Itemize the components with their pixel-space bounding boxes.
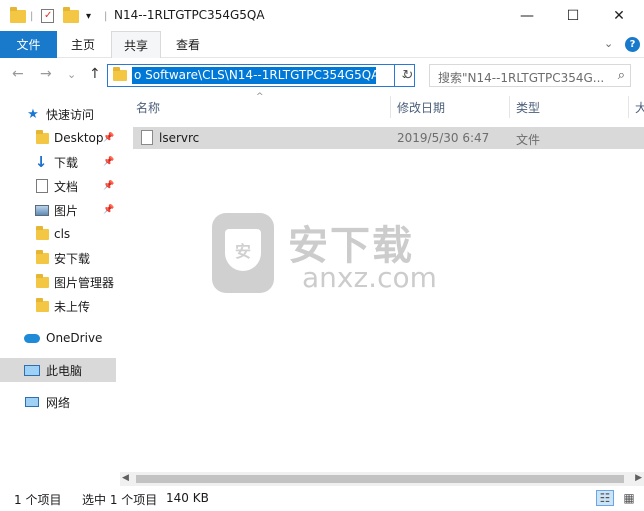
file-icon (141, 130, 153, 145)
file-modified: 2019/5/30 6:47 (397, 131, 490, 145)
sidebar-item-label: 未上传 (54, 299, 91, 314)
address-bar[interactable]: o Software\CLS\N14--1RLTGTPC354G5QA (107, 64, 395, 87)
sidebar-item-documents[interactable]: 文档 📌 (0, 174, 116, 198)
sidebar-item-label: 文档 (54, 179, 79, 194)
sidebar-item-network[interactable]: 网络 (0, 390, 116, 414)
tab-file[interactable]: 文件 (0, 31, 57, 58)
onedrive-icon (24, 330, 40, 346)
sidebar-item-cls[interactable]: cls (0, 222, 116, 246)
tab-home[interactable]: 主页 (60, 31, 106, 58)
sidebar-item-anxz[interactable]: 安下载 (0, 246, 116, 270)
help-icon[interactable]: ? (625, 37, 640, 52)
search-icon: ⌕ (617, 68, 625, 83)
table-row[interactable]: lservrc 2019/5/30 6:47 文件 (133, 127, 644, 149)
title-bar: | ✓ ▾ | N14--1RLTGTPC354G5QA — ☐ ✕ (0, 0, 644, 31)
details-view-button[interactable]: ☷ (596, 490, 614, 506)
minimize-button[interactable]: — (504, 0, 550, 31)
tab-share[interactable]: 共享 (111, 31, 161, 58)
scroll-left-icon[interactable]: ◀ (122, 473, 129, 483)
sidebar-item-quick-access[interactable]: ★ 快速访问 (0, 102, 116, 126)
column-divider[interactable] (628, 96, 629, 118)
download-icon: ↓ (34, 153, 48, 171)
computer-icon (24, 362, 40, 378)
watermark-logo: 安 安下载 anxz.com (212, 213, 437, 295)
sidebar-item-label: 此电脑 (46, 363, 83, 378)
sidebar-item-label: 快速访问 (46, 107, 95, 122)
sidebar-item-label: 网络 (46, 395, 71, 410)
qa-customize-icon[interactable]: ▾ (86, 6, 91, 26)
refresh-button[interactable]: ↻ (398, 64, 418, 87)
document-icon (34, 178, 50, 194)
folder-icon (34, 225, 50, 242)
close-button[interactable]: ✕ (596, 0, 642, 31)
column-header-type[interactable]: 类型 (516, 94, 540, 120)
tab-view[interactable]: 查看 (165, 31, 211, 58)
sidebar-item-label: Desktop (54, 131, 104, 145)
folder-icon (34, 249, 50, 266)
watermark-text-en: anxz.com (302, 261, 437, 294)
new-folder-icon[interactable] (63, 6, 79, 26)
sidebar-item-pictures[interactable]: 图片 📌 (0, 198, 116, 222)
pin-icon: 📌 (103, 157, 115, 167)
sidebar-item-downloads[interactable]: ↓ 下载 📌 (0, 150, 116, 174)
scroll-thumb[interactable] (136, 475, 624, 483)
pin-icon: 📌 (103, 181, 115, 191)
item-count: 1 个项目 (14, 493, 62, 507)
sidebar-item-label: cls (54, 227, 71, 241)
column-header-size[interactable]: 大 (635, 94, 644, 120)
scroll-right-icon[interactable]: ▶ (635, 473, 642, 483)
star-icon: ★ (27, 106, 39, 122)
picture-icon (34, 202, 50, 218)
address-folder-icon (113, 67, 127, 81)
folder-icon (34, 297, 50, 314)
sidebar-item-picture-manager[interactable]: 图片管理器 (0, 270, 116, 294)
folder-icon (34, 273, 50, 290)
network-icon (24, 394, 40, 410)
search-input[interactable]: 搜索"N14--1RLTGTPC354G... (438, 69, 608, 86)
file-name: lservrc (159, 131, 200, 145)
column-divider[interactable] (390, 96, 391, 118)
pin-icon: 📌 (103, 133, 115, 143)
sidebar-item-desktop[interactable]: Desktop 📌 (0, 126, 116, 150)
back-button[interactable]: ← (12, 66, 24, 82)
pin-icon: 📌 (103, 205, 115, 215)
sidebar-item-label: 下载 (54, 155, 79, 170)
status-bar: 1 个项目 选中 1 个项目 140 KB ☷ ▦ (0, 486, 644, 511)
folder-icon (34, 129, 50, 146)
file-type: 文件 (516, 133, 541, 147)
sidebar-item-label: 安下载 (54, 251, 91, 266)
ribbon-expand-icon[interactable]: ⌄ (604, 37, 613, 50)
shield-text: 安 (225, 229, 261, 271)
navigation-pane: ★ 快速访问 Desktop 📌 ↓ 下载 📌 文档 📌 图片 📌 cls 安下… (0, 94, 116, 472)
qa-separator: | (30, 10, 34, 22)
sidebar-item-not-uploaded[interactable]: 未上传 (0, 294, 116, 318)
sidebar-item-label: 图片管理器 (54, 275, 115, 290)
search-box[interactable]: 搜索"N14--1RLTGTPC354G... ⌕ (429, 64, 631, 87)
recent-locations-icon[interactable]: ⌄ (67, 68, 76, 81)
properties-icon[interactable]: ✓ (41, 6, 54, 26)
address-input[interactable]: o Software\CLS\N14--1RLTGTPC354G5QA (132, 67, 376, 84)
forward-button[interactable]: → (40, 66, 52, 82)
maximize-button[interactable]: ☐ (550, 0, 596, 31)
sidebar-item-label: OneDrive (46, 331, 103, 345)
window-title: N14--1RLTGTPC354G5QA (114, 8, 265, 22)
ribbon-tabs: 文件 主页 共享 查看 ⌄ ? (0, 31, 644, 58)
up-button[interactable]: ↑ (89, 66, 101, 82)
qa-separator-2: | (104, 10, 108, 22)
selected-count: 选中 1 个项目 (82, 493, 158, 507)
horizontal-scrollbar[interactable]: ◀ ▶ (120, 472, 644, 486)
sort-ascending-icon: ^ (256, 92, 264, 102)
sidebar-item-onedrive[interactable]: OneDrive (0, 326, 116, 350)
navigation-bar: ← → ⌄ ↑ o Software\CLS\N14--1RLTGTPC354G… (0, 58, 644, 94)
large-icons-view-button[interactable]: ▦ (620, 490, 638, 506)
column-header-modified[interactable]: 修改日期 (397, 94, 445, 120)
sidebar-item-label: 图片 (54, 203, 79, 218)
shield-icon: 安 (212, 213, 274, 293)
column-header-name[interactable]: 名称 (136, 94, 160, 120)
column-divider[interactable] (509, 96, 510, 118)
app-folder-icon (10, 6, 26, 26)
sidebar-item-this-pc[interactable]: 此电脑 (0, 358, 116, 382)
selected-size: 140 KB (166, 491, 209, 505)
